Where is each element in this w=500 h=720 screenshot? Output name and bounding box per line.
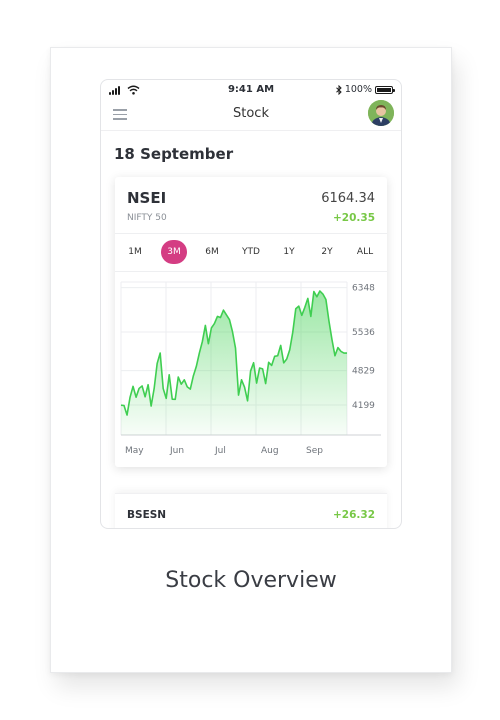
battery-percent: 100% bbox=[344, 84, 372, 95]
x-tick-label: Sep bbox=[306, 446, 323, 456]
range-tab-ytd[interactable]: YTD bbox=[238, 240, 264, 264]
user-avatar[interactable] bbox=[368, 100, 394, 126]
price-chart: 6348 5536 4829 4199 May Jun Jul Aug Sep bbox=[120, 281, 381, 456]
stock-change: +20.35 bbox=[332, 212, 375, 224]
chart-area bbox=[121, 291, 347, 435]
x-tick-label: May bbox=[125, 446, 144, 456]
mockup-card: 9:41 AM 100% Stock 18 September NSEI NIF… bbox=[50, 47, 452, 673]
bsesn-card[interactable]: BSESN +26.32 bbox=[115, 493, 387, 528]
range-tab-1y[interactable]: 1Y bbox=[276, 240, 302, 264]
x-tick-label: Jun bbox=[169, 446, 184, 456]
x-tick-label: Aug bbox=[261, 446, 279, 456]
app-bar: Stock bbox=[101, 100, 401, 131]
stock-symbol: BSESN bbox=[127, 509, 167, 521]
bluetooth-icon bbox=[335, 84, 342, 95]
phone-screen: 9:41 AM 100% Stock 18 September NSEI NIF… bbox=[100, 79, 402, 529]
stock-change: +26.32 bbox=[332, 509, 375, 521]
date-heading: 18 September bbox=[114, 145, 234, 163]
stock-price: 6164.34 bbox=[321, 191, 375, 206]
y-tick-label: 6348 bbox=[352, 284, 375, 294]
status-bar: 9:41 AM 100% bbox=[101, 80, 401, 100]
y-tick-label: 4199 bbox=[352, 401, 375, 411]
x-tick-label: Jul bbox=[214, 446, 226, 456]
range-tab-3m[interactable]: 3M bbox=[161, 240, 187, 264]
nsei-card[interactable]: NSEI NIFTY 50 6164.34 +20.35 1M 3M 6M YT… bbox=[115, 177, 387, 467]
stock-name: NIFTY 50 bbox=[127, 213, 167, 223]
battery-icon bbox=[375, 85, 395, 94]
stock-symbol: NSEI bbox=[127, 189, 167, 207]
range-tab-1m[interactable]: 1M bbox=[122, 240, 148, 264]
app-title: Stock bbox=[233, 106, 269, 121]
range-tab-2y[interactable]: 2Y bbox=[314, 240, 340, 264]
y-tick-label: 4829 bbox=[352, 367, 375, 377]
caption: Stock Overview bbox=[165, 568, 337, 593]
y-tick-label: 5536 bbox=[352, 328, 375, 338]
range-tab-all[interactable]: ALL bbox=[352, 240, 378, 264]
range-tab-6m[interactable]: 6M bbox=[199, 240, 225, 264]
range-tabs: 1M 3M 6M YTD 1Y 2Y ALL bbox=[115, 233, 387, 271]
